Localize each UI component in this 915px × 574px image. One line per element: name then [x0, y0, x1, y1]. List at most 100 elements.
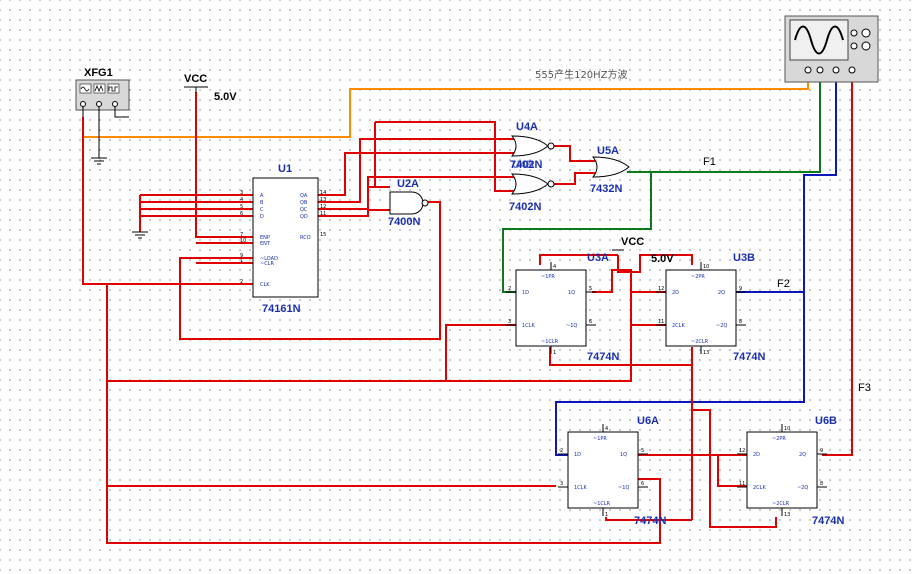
ff-pin-number: 12: [739, 448, 745, 454]
ff-pin-number: 11: [658, 319, 664, 325]
u1-part: 74161N: [262, 303, 301, 315]
u1-pin-number: 13: [320, 197, 326, 203]
u1-pin-label: D: [260, 214, 264, 220]
vcc-supply[interactable]: [184, 86, 208, 93]
ff-pin-label: ~2Q: [716, 323, 727, 329]
net-label-f3: F3: [858, 382, 871, 394]
u1-pin-number: 15: [320, 232, 326, 238]
u1-pin-label: QA: [300, 193, 308, 199]
ff-pin-number: 2: [508, 286, 511, 292]
ff-pin-label: ~2CLR: [691, 339, 709, 345]
u3b-part: 7474N: [733, 351, 765, 363]
vcc-voltage: 5.0V: [651, 253, 674, 265]
ff-pin-number: 8: [820, 481, 823, 487]
u4a-ref: U4A: [516, 121, 538, 133]
ff-pin-number: 9: [820, 448, 823, 454]
u1-counter-chip[interactable]: A3B4C5D6ENP7ENT10~LOAD9~CLR1CLK2QA 14QB 13…: [240, 177, 326, 298]
vcc-voltage: 5.0V: [214, 91, 237, 103]
flip-flop-body: [567, 431, 639, 509]
u1-pin-label: QD: [300, 214, 308, 220]
ff-pin-number: 13: [703, 350, 709, 356]
ff-pin-label: 1D: [574, 452, 581, 458]
ground-symbol: [91, 157, 107, 165]
nor-gate-u4b[interactable]: [510, 173, 555, 195]
ff-pin-number: 2: [560, 448, 563, 454]
u3a-ref: U3A: [587, 252, 609, 264]
ff-pin-label: ~1Q: [566, 323, 577, 329]
u1-pin-number: 4: [240, 197, 243, 203]
u1-pin-number: 5: [240, 204, 243, 210]
ff-pin-label: 2D: [672, 290, 679, 296]
u1-pin-label: QB: [300, 200, 308, 206]
f2-net-wire[interactable]: [555, 79, 837, 456]
u3b-ref: U3B: [733, 252, 755, 264]
u1-pin-label: QC: [300, 207, 308, 213]
u6b-part: 7474N: [812, 515, 844, 527]
ff-pin-number: 4: [553, 264, 556, 270]
ff-pin-number: 10: [703, 264, 709, 270]
ff-pin-label: 2Q: [718, 290, 725, 296]
u1-pin-label: CLK: [260, 282, 270, 288]
ff-pin-number: 1: [553, 350, 556, 356]
ff-pin-label: ~2PR: [772, 436, 786, 442]
ff-pin-number: 5: [589, 286, 592, 292]
net-label-f1: F1: [703, 156, 716, 168]
u1-pin-label: ENT: [260, 241, 271, 247]
u2a-ref: U2A: [397, 178, 419, 190]
oscilloscope[interactable]: [784, 15, 879, 83]
u1-pin-number: 1: [240, 258, 243, 264]
ff-pin-number: 6: [641, 481, 644, 487]
flip-flop-body: [515, 269, 587, 347]
schematic-canvas: XFG1 VCC 5.0V VCC 5.0V 555产生120HZ方波 A 3 B 4…: [0, 0, 915, 574]
u1-pin-number: 11: [320, 211, 326, 217]
ff-pin-number: 10: [784, 426, 790, 432]
ff-pin-label: 1D: [522, 290, 529, 296]
ff-pin-label: 2D: [753, 452, 760, 458]
ff-pin-label: 2CLK: [753, 485, 766, 491]
ff-pin-number: 1: [605, 512, 608, 518]
u2a-part: 7400N: [388, 216, 420, 228]
u3a-part: 7474N: [587, 351, 619, 363]
u1-pin-label: C: [260, 207, 264, 213]
flip-flop-body: [665, 269, 737, 347]
flip-flop-body: [746, 431, 818, 509]
u5a-ref: U5A: [597, 145, 619, 157]
ff-pin-label: ~1Q: [618, 485, 629, 491]
u1-ref: U1: [278, 163, 292, 175]
or-gate-u5a[interactable]: [591, 156, 630, 178]
ff-pin-label: 1CLK: [522, 323, 535, 329]
ff-pin-label: 1Q: [620, 452, 627, 458]
u1-pin-number: 6: [240, 211, 243, 217]
flip-flop-u3a[interactable]: ~1PR 1D 1CLK ~1CLR 1Q ~1Q 4 2 3 1 5 6: [506, 262, 596, 356]
u1-pin-number: 3: [240, 190, 243, 196]
nor-gate-u4a[interactable]: [510, 135, 555, 157]
ff-pin-number: 9: [739, 286, 742, 292]
ff-pin-number: 3: [560, 481, 563, 487]
u6b-ref: U6B: [815, 415, 837, 427]
u1-pin-number: 12: [320, 204, 326, 210]
ff-pin-label: ~1CLR: [593, 501, 611, 507]
nand-gate-u2a[interactable]: [389, 191, 429, 215]
u6a-ref: U6A: [637, 415, 659, 427]
u1-pin-label: B: [260, 200, 264, 206]
net-label-f2: F2: [777, 278, 790, 290]
u1-pin-label: ~CLR: [260, 261, 274, 267]
ff-pin-label: ~2PR: [691, 274, 705, 280]
ff-pin-number: 13: [784, 512, 790, 518]
ff-pin-number: 5: [641, 448, 644, 454]
ff-pin-label: 1CLK: [574, 485, 587, 491]
flip-flop-u6a[interactable]: ~1PR 1D 1CLK ~1CLR 1Q ~1Q 4 2 3 1 5 6: [558, 424, 648, 518]
u1-pin-number: 10: [240, 238, 246, 244]
probe-wire[interactable]: [83, 79, 809, 138]
flip-flop-u3b[interactable]: ~2PR 2D 2CLK ~2CLR 2Q ~2Q 10 12 11 13 9 8: [656, 262, 746, 356]
ff-pin-number: 11: [739, 481, 745, 487]
annotation-text: 555产生120HZ方波: [535, 68, 628, 81]
u5a-part: 7432N: [590, 183, 622, 195]
ff-pin-label: ~1PR: [593, 436, 607, 442]
u6a-part: 7474N: [634, 515, 666, 527]
ff-pin-label: ~1PR: [541, 274, 555, 280]
flip-flop-u6b[interactable]: ~2PR 2D 2CLK ~2CLR 2Q ~2Q 10 12 11 13 9 8: [737, 424, 827, 518]
ff-pin-number: 12: [658, 286, 664, 292]
circuit-wires[interactable]: [82, 79, 853, 544]
vcc-label: VCC: [621, 236, 644, 248]
